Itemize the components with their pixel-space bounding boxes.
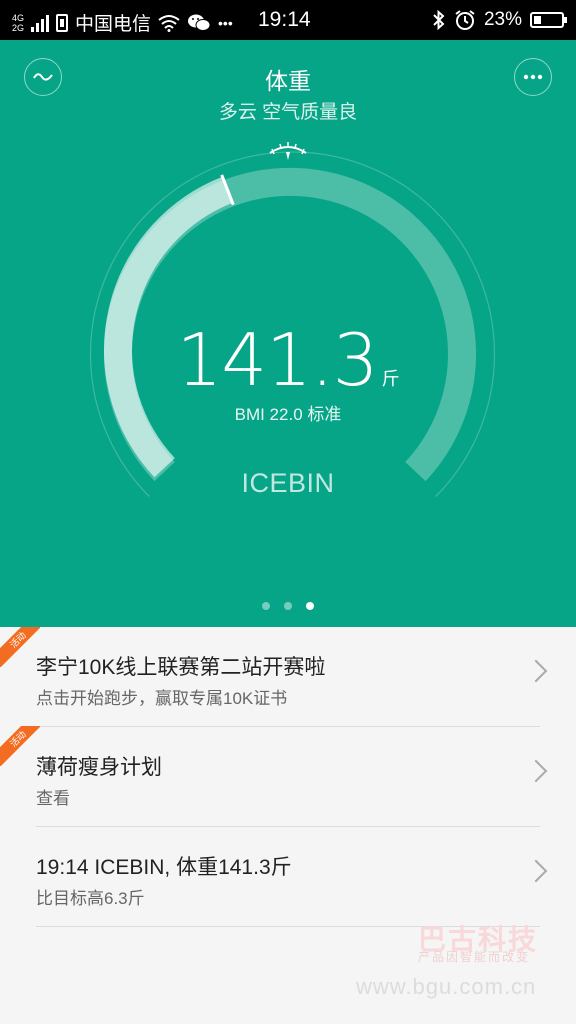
user-name[interactable]: ICEBIN [0,468,576,499]
activity-badge: 活动 [0,627,40,667]
clock: 19:14 [258,8,311,31]
battery-percent: 23% [483,9,522,30]
activity-badge: 活动 [0,726,40,766]
list-item-title: 李宁10K线上联赛第二站开赛啦 [36,656,326,679]
carrier-name: 中国电信 [75,14,152,35]
scale-icon [269,142,307,160]
list-item[interactable]: 薄荷瘦身计划 查看 [36,727,548,827]
feed-list: 李宁10K线上联赛第二站开赛啦 点击开始跑步，赢取专属10K证书 薄荷瘦身计划 … [0,627,576,927]
status-bar: 4G 2G 中国电信 ••• 19:14 23% [0,0,576,40]
chevron-right-icon [524,859,548,883]
wechat-icon [188,14,211,31]
network-type: 4G 2G [12,13,24,33]
battery-icon [530,12,567,28]
watermark-url: www.bgu.com.cn [356,974,537,999]
chevron-right-icon [524,659,548,683]
weight-panel[interactable]: 体重 多云 空气质量良 141.3 斤 BMI 22.0 标准 ICEBIN [0,40,576,627]
weight-value: 141.3 [176,318,378,402]
activity-badge-label: 活动 [0,726,40,766]
list-item[interactable]: 19:14 ICEBIN, 体重141.3斤 比目标高6.3斤 [36,827,548,927]
more-notifications-icon: ••• [218,14,233,31]
wifi-icon [158,14,180,32]
alarm-icon [455,10,475,30]
watermark-slogan: 产品因智能而改变 [418,950,531,964]
chevron-right-icon [524,759,548,783]
page-dot-active [306,602,314,610]
list-item-title: 薄荷瘦身计划 [36,756,162,779]
list-item-title: 19:14 ICEBIN, 体重141.3斤 [36,856,292,879]
page-dot [284,602,292,610]
page-indicator [0,602,576,610]
bmi-label: BMI 22.0 标准 [234,405,342,424]
signal-icon [31,14,50,32]
list-item-subtitle: 比目标高6.3斤 [36,889,145,908]
activity-badge-label: 活动 [0,627,40,667]
bluetooth-icon [433,10,445,30]
list-item-subtitle: 查看 [36,789,70,808]
list-item-subtitle: 点击开始跑步，赢取专属10K证书 [36,689,288,708]
sim-icon [56,13,69,32]
page-dot [262,602,270,610]
network-2g-label: 2G [12,22,25,33]
list-item[interactable]: 李宁10K线上联赛第二站开赛啦 点击开始跑步，赢取专属10K证书 [36,627,548,727]
weight-unit: 斤 [381,369,400,389]
weight-value-group: 141.3 斤 [0,318,576,402]
network-4g-label: 4G [12,12,25,23]
